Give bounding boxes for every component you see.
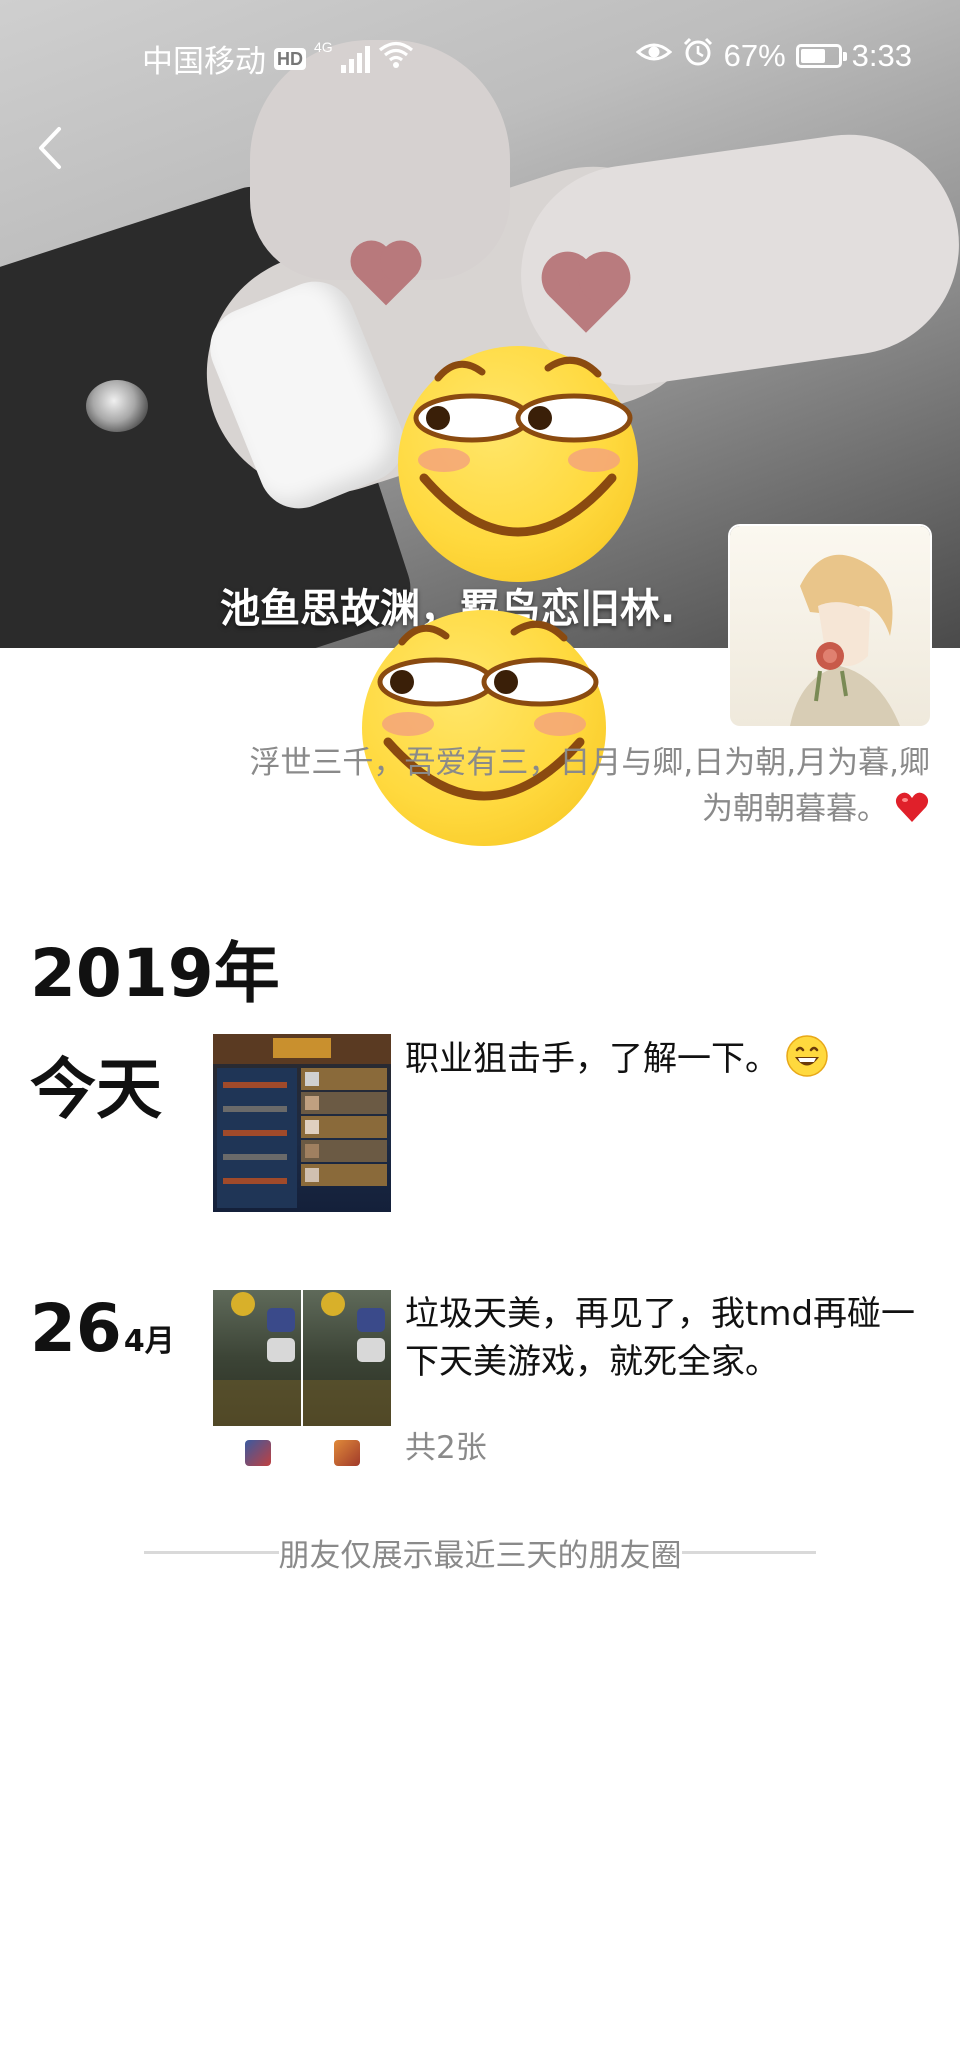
post-date-day: 26	[30, 1290, 122, 1367]
grinning-icon	[785, 1034, 829, 1078]
footer-note-text: 朋友仅展示最近三天的朋友圈	[278, 1538, 682, 1574]
back-button[interactable]	[26, 118, 74, 178]
status-bar: 中国移动 HD 4G 67% 3:33	[0, 0, 960, 110]
hd-badge: HD	[274, 47, 306, 70]
post-image-2[interactable]	[303, 1290, 391, 1426]
battery-level	[800, 49, 825, 63]
cover-button	[86, 380, 148, 432]
status-left: 中国移动 HD 4G	[142, 36, 414, 81]
post-text: 垃圾天美，再见了，我tmd再碰一下天美游戏，就死全家。	[405, 1294, 916, 1382]
avatar[interactable]	[730, 526, 930, 726]
status-right: 67% 3:33	[635, 36, 912, 76]
post-text-content: 职业狙击手，了解一下。	[405, 1039, 779, 1079]
game-screenshot	[213, 1034, 391, 1208]
network-type: 4G	[314, 38, 333, 55]
year-label: 2019年	[30, 935, 280, 1012]
signal-icon	[340, 45, 370, 73]
profile-signature: 浮世三千，吾爱有三，日月与卿,日为朝,月为暮,卿为朝朝暮暮。	[230, 740, 930, 832]
post-date-today: 今天	[30, 1051, 162, 1128]
game-screenshot	[213, 1292, 301, 1426]
post-image-1[interactable]	[213, 1290, 301, 1426]
post-image-game-result[interactable]	[213, 1034, 391, 1212]
eye-icon	[635, 38, 672, 74]
post-date: 26 4月	[30, 1290, 175, 1367]
chevron-left-icon	[39, 127, 61, 169]
heart-icon	[894, 789, 930, 825]
visibility-footer: 朋友仅展示最近三天的朋友圈	[144, 1530, 816, 1575]
divider-line	[681, 1551, 816, 1554]
game-avatar-thumb	[245, 1440, 271, 1466]
alarm-icon	[682, 36, 714, 76]
photo-count[interactable]: 共2张	[405, 1422, 487, 1467]
avatar-illustration	[790, 554, 900, 726]
game-screenshot	[303, 1292, 391, 1426]
game-avatar-thumb	[334, 1440, 360, 1466]
signature-text: 浮世三千，吾爱有三，日月与卿,日为朝,月为暮,卿为朝朝暮暮。	[249, 745, 930, 827]
smirk-emoji-sticker	[398, 346, 638, 582]
wifi-icon	[378, 41, 414, 77]
carrier-name: 中国移动	[142, 44, 266, 79]
post-date-month: 4月	[123, 1324, 175, 1359]
clock-time: 3:33	[851, 38, 912, 73]
divider-line	[144, 1551, 279, 1554]
battery-icon	[795, 44, 847, 68]
battery-percent: 67%	[723, 38, 786, 73]
post-text: 职业狙击手，了解一下。	[405, 1034, 925, 1083]
